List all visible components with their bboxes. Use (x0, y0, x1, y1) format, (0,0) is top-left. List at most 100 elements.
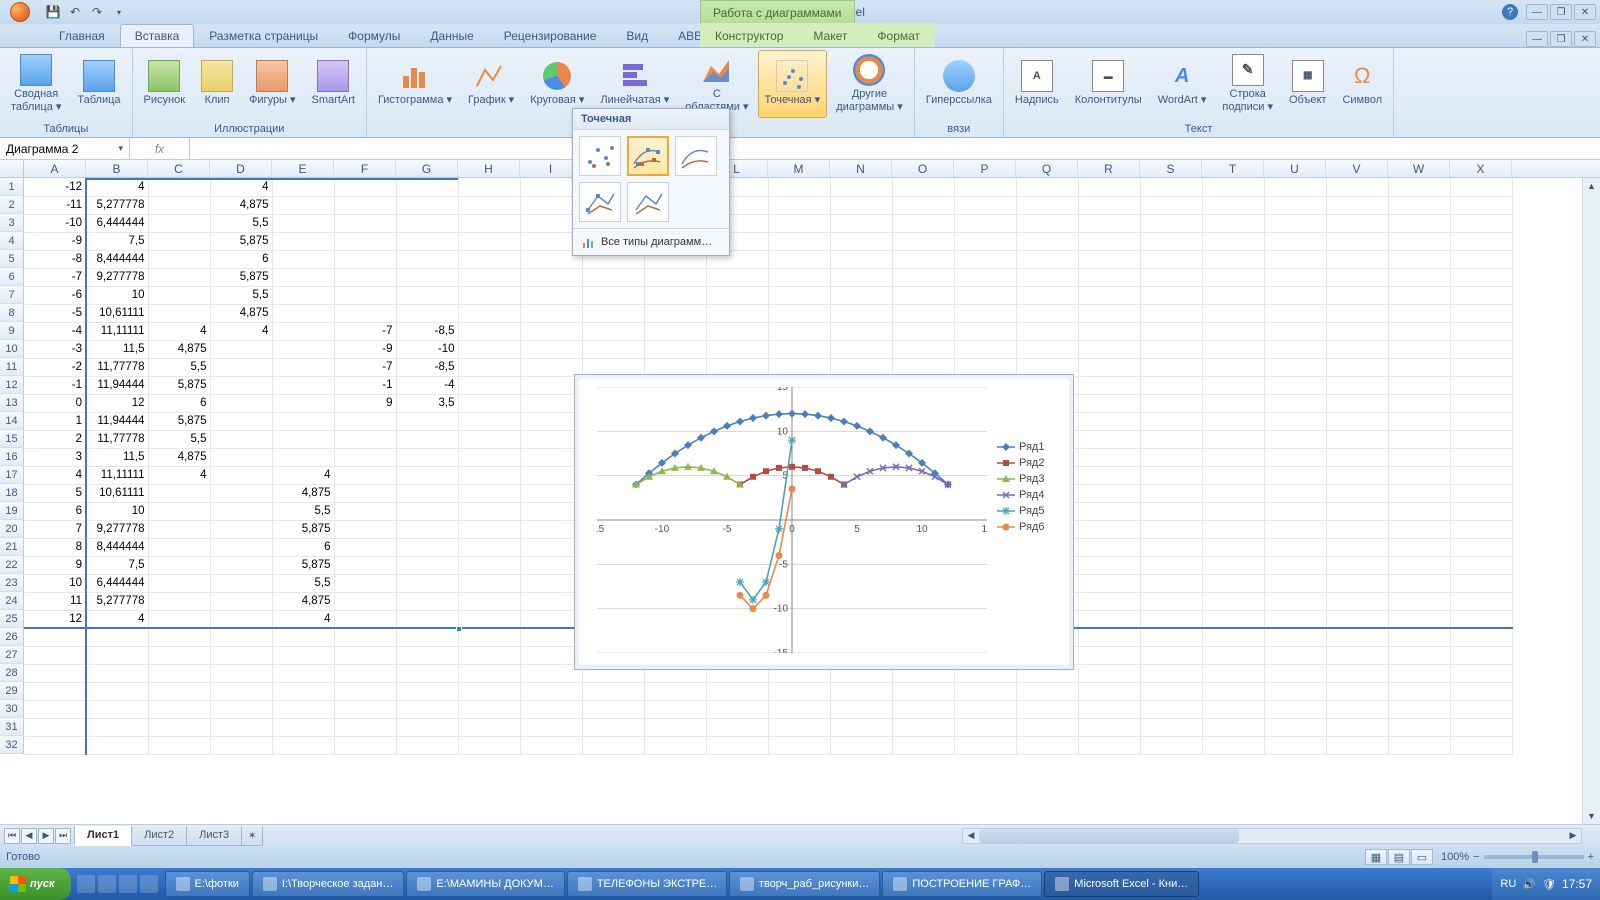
cell-O10[interactable] (892, 340, 954, 358)
cell-S27[interactable] (1140, 646, 1202, 664)
taskbar-item-4[interactable]: творч_раб_рисунки… (729, 871, 881, 897)
cell-H26[interactable] (458, 628, 520, 646)
cell-W6[interactable] (1388, 268, 1450, 286)
cell-U31[interactable] (1264, 718, 1326, 736)
cell-Q8[interactable] (1016, 304, 1078, 322)
cell-P5[interactable] (954, 250, 1016, 268)
cell-W9[interactable] (1388, 322, 1450, 340)
cell-V22[interactable] (1326, 556, 1388, 574)
tray-icon-1[interactable]: 🔊 (1522, 878, 1536, 891)
cell-O7[interactable] (892, 286, 954, 304)
cell-K31[interactable] (644, 718, 706, 736)
cell-D15[interactable] (210, 430, 272, 448)
cell-U12[interactable] (1264, 376, 1326, 394)
cell-E26[interactable] (272, 628, 334, 646)
cell-X24[interactable] (1450, 592, 1512, 610)
cell-J30[interactable] (582, 700, 644, 718)
cell-I31[interactable] (520, 718, 582, 736)
col-header-R[interactable]: R (1078, 160, 1140, 177)
cell-B11[interactable]: 11,77778 (86, 358, 148, 376)
cell-M9[interactable] (768, 322, 830, 340)
cell-O5[interactable] (892, 250, 954, 268)
cell-D25[interactable] (210, 610, 272, 628)
cell-X14[interactable] (1450, 412, 1512, 430)
cell-B9[interactable]: 11,11111 (86, 322, 148, 340)
cell-I25[interactable] (520, 610, 582, 628)
cell-L7[interactable] (706, 286, 768, 304)
cell-H20[interactable] (458, 520, 520, 538)
cell-M6[interactable] (768, 268, 830, 286)
minimize-button[interactable]: — (1526, 4, 1548, 20)
ribbon-tab-1[interactable]: Вставка (120, 24, 195, 47)
cell-S26[interactable] (1140, 628, 1202, 646)
cell-U5[interactable] (1264, 250, 1326, 268)
cell-G15[interactable] (396, 430, 458, 448)
cell-X22[interactable] (1450, 556, 1512, 574)
cell-S19[interactable] (1140, 502, 1202, 520)
cell-C30[interactable] (148, 700, 210, 718)
cell-D6[interactable]: 5,875 (210, 268, 272, 286)
cell-H10[interactable] (458, 340, 520, 358)
row-header-7[interactable]: 7 (0, 286, 24, 304)
cell-B2[interactable]: 5,277778 (86, 196, 148, 214)
cell-G20[interactable] (396, 520, 458, 538)
cell-C27[interactable] (148, 646, 210, 664)
cell-D8[interactable]: 4,875 (210, 304, 272, 322)
cell-T2[interactable] (1202, 196, 1264, 214)
cell-N6[interactable] (830, 268, 892, 286)
cell-U8[interactable] (1264, 304, 1326, 322)
cell-J32[interactable] (582, 736, 644, 754)
cell-R20[interactable] (1078, 520, 1140, 538)
cell-S6[interactable] (1140, 268, 1202, 286)
cell-U28[interactable] (1264, 664, 1326, 682)
cell-R4[interactable] (1078, 232, 1140, 250)
cell-F13[interactable]: 9 (334, 394, 396, 412)
cell-D11[interactable] (210, 358, 272, 376)
pivot-table-button[interactable]: Сводная таблица ▾ (4, 50, 68, 118)
cell-C24[interactable] (148, 592, 210, 610)
cell-D5[interactable]: 6 (210, 250, 272, 268)
cell-F18[interactable] (334, 484, 396, 502)
cell-N5[interactable] (830, 250, 892, 268)
cell-X23[interactable] (1450, 574, 1512, 592)
cell-U6[interactable] (1264, 268, 1326, 286)
cell-H27[interactable] (458, 646, 520, 664)
cell-T17[interactable] (1202, 466, 1264, 484)
cell-V3[interactable] (1326, 214, 1388, 232)
cell-V29[interactable] (1326, 682, 1388, 700)
cell-P32[interactable] (954, 736, 1016, 754)
cell-V27[interactable] (1326, 646, 1388, 664)
cell-F5[interactable] (334, 250, 396, 268)
cell-S31[interactable] (1140, 718, 1202, 736)
cell-W10[interactable] (1388, 340, 1450, 358)
cell-I8[interactable] (520, 304, 582, 322)
taskbar-item-5[interactable]: ПОСТРОЕНИЕ ГРАФ… (882, 871, 1042, 897)
cell-M10[interactable] (768, 340, 830, 358)
cell-E9[interactable] (272, 322, 334, 340)
cell-C28[interactable] (148, 664, 210, 682)
cell-Q30[interactable] (1016, 700, 1078, 718)
cell-R1[interactable] (1078, 178, 1140, 196)
cell-X28[interactable] (1450, 664, 1512, 682)
cell-V14[interactable] (1326, 412, 1388, 430)
cell-D32[interactable] (210, 736, 272, 754)
cell-W18[interactable] (1388, 484, 1450, 502)
cell-R22[interactable] (1078, 556, 1140, 574)
shapes-button[interactable]: Фигуры ▾ (242, 50, 303, 118)
cell-B8[interactable]: 10,61111 (86, 304, 148, 322)
start-button[interactable]: пуск (0, 868, 71, 900)
cell-D3[interactable]: 5,5 (210, 214, 272, 232)
cell-R2[interactable] (1078, 196, 1140, 214)
cell-R31[interactable] (1078, 718, 1140, 736)
cell-U24[interactable] (1264, 592, 1326, 610)
cell-V2[interactable] (1326, 196, 1388, 214)
legend-item-Ряд4[interactable]: Ряд4 (997, 489, 1065, 501)
cell-C25[interactable] (148, 610, 210, 628)
cell-N10[interactable] (830, 340, 892, 358)
cell-B13[interactable]: 12 (86, 394, 148, 412)
office-button[interactable] (0, 0, 40, 24)
row-header-24[interactable]: 24 (0, 592, 24, 610)
line-chart-button[interactable]: График ▾ (461, 50, 521, 118)
row-header-6[interactable]: 6 (0, 268, 24, 286)
cell-G31[interactable] (396, 718, 458, 736)
